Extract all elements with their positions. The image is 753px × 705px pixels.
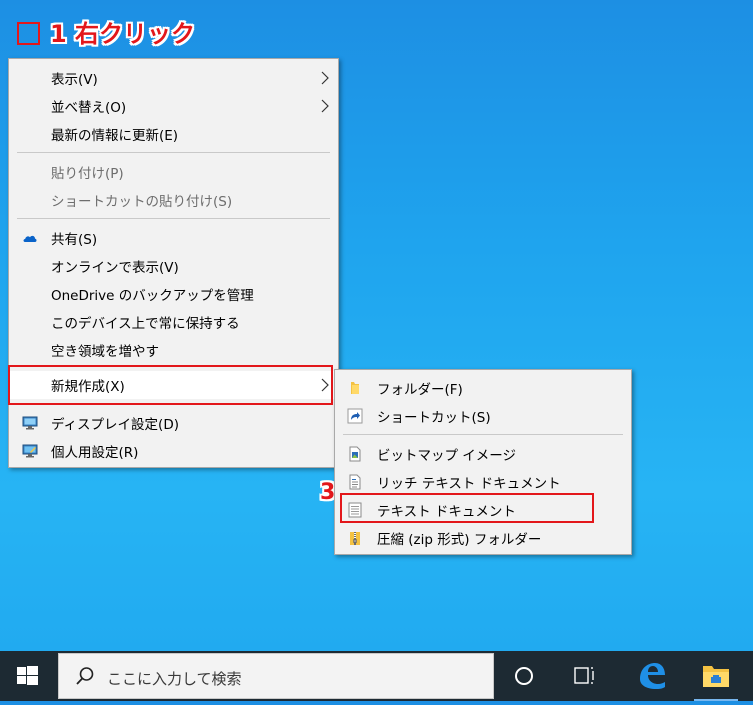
windows-start-icon — [17, 666, 38, 685]
menu-item-label: 空き領域を増やす — [51, 344, 159, 360]
menu-item-personalize[interactable]: 個人用設定(R) — [9, 437, 338, 465]
menu-item-label: 共有(S) — [51, 232, 98, 248]
rich-text-document-icon — [349, 474, 361, 490]
file-explorer-button[interactable] — [692, 651, 740, 701]
menu-item-sort[interactable]: 並べ替え(O) — [9, 92, 338, 120]
submenu-item-folder[interactable]: フォルダー(F) — [335, 374, 631, 402]
menu-item-label: 貼り付け(P) — [51, 166, 124, 182]
menu-item-manage-onedrive-backup[interactable]: OneDrive のバックアップを管理 — [9, 280, 338, 308]
cortana-icon — [515, 667, 533, 685]
menu-item-display-settings[interactable]: ディスプレイ設定(D) — [9, 409, 338, 437]
taskbar-search-box[interactable]: ここに入力して検索 — [58, 653, 494, 699]
display-settings-icon — [22, 416, 38, 430]
submenu-item-label: フォルダー(F) — [377, 382, 463, 398]
chevron-right-icon — [321, 99, 329, 113]
menu-item-paste-shortcut: ショートカットの貼り付け(S) — [9, 186, 338, 214]
submenu-item-label: ショートカット(S) — [377, 410, 491, 426]
menu-item-label: オンラインで表示(V) — [51, 260, 179, 276]
submenu-item-zip-folder[interactable]: 圧縮 (zip 形式) フォルダー — [335, 524, 631, 552]
menu-item-view-online[interactable]: オンラインで表示(V) — [9, 252, 338, 280]
submenu-item-label: 圧縮 (zip 形式) フォルダー — [377, 532, 542, 548]
search-placeholder: ここに入力して検索 — [107, 670, 242, 688]
personalize-icon — [22, 444, 38, 458]
desktop-context-menu: 表示(V) 並べ替え(O) 最新の情報に更新(E) 貼り付け(P) ショートカッ… — [8, 58, 339, 468]
bitmap-image-icon — [349, 446, 361, 462]
taskbar: ここに入力して検索 — [0, 651, 753, 701]
menu-item-refresh[interactable]: 最新の情報に更新(E) — [9, 120, 338, 148]
file-explorer-icon — [703, 666, 729, 687]
menu-separator — [17, 218, 330, 219]
right-click-target-marker — [17, 22, 40, 45]
task-view-icon — [574, 667, 594, 684]
menu-separator — [17, 152, 330, 153]
submenu-item-bitmap-image[interactable]: ビットマップ イメージ — [335, 440, 631, 468]
menu-item-label: このデバイス上で常に保持する — [51, 316, 240, 332]
submenu-item-label: リッチ テキスト ドキュメント — [377, 476, 561, 492]
onedrive-cloud-icon — [23, 235, 37, 242]
menu-separator — [343, 434, 623, 435]
menu-item-share[interactable]: 共有(S) — [9, 224, 338, 252]
start-button[interactable] — [0, 651, 54, 701]
task-view-button[interactable] — [560, 651, 608, 701]
menu-item-paste: 貼り付け(P) — [9, 158, 338, 186]
submenu-item-rich-text-document[interactable]: リッチ テキスト ドキュメント — [335, 468, 631, 496]
shortcut-icon — [347, 408, 363, 424]
menu-item-label: ショートカットの貼り付け(S) — [51, 194, 233, 210]
submenu-item-label: ビットマップ イメージ — [377, 448, 517, 464]
edge-button[interactable] — [628, 651, 676, 701]
menu-item-label: OneDrive のバックアップを管理 — [51, 288, 254, 304]
menu-item-label: 並べ替え(O) — [51, 100, 127, 116]
chevron-right-icon — [321, 71, 329, 85]
menu-item-always-keep-on-device[interactable]: このデバイス上で常に保持する — [9, 308, 338, 336]
folder-icon — [351, 382, 359, 394]
menu-item-label: 表示(V) — [51, 72, 98, 88]
menu-item-label: ディスプレイ設定(D) — [51, 417, 179, 433]
new-item-highlight — [8, 365, 333, 405]
cortana-button[interactable] — [500, 651, 548, 701]
new-submenu: フォルダー(F) ショートカット(S) ビットマップ イメージ リッチ テキスト… — [334, 369, 632, 555]
step1-annotation: 1 右クリック — [50, 20, 196, 48]
menu-item-label: 最新の情報に更新(E) — [51, 128, 179, 144]
submenu-item-shortcut[interactable]: ショートカット(S) — [335, 402, 631, 430]
menu-item-view[interactable]: 表示(V) — [9, 64, 338, 92]
menu-item-label: 個人用設定(R) — [51, 445, 139, 461]
search-icon — [76, 667, 94, 685]
zip-folder-icon — [350, 532, 360, 545]
menu-item-free-up-space[interactable]: 空き領域を増やす — [9, 336, 338, 364]
text-document-highlight — [340, 493, 594, 523]
edge-icon — [640, 663, 665, 689]
